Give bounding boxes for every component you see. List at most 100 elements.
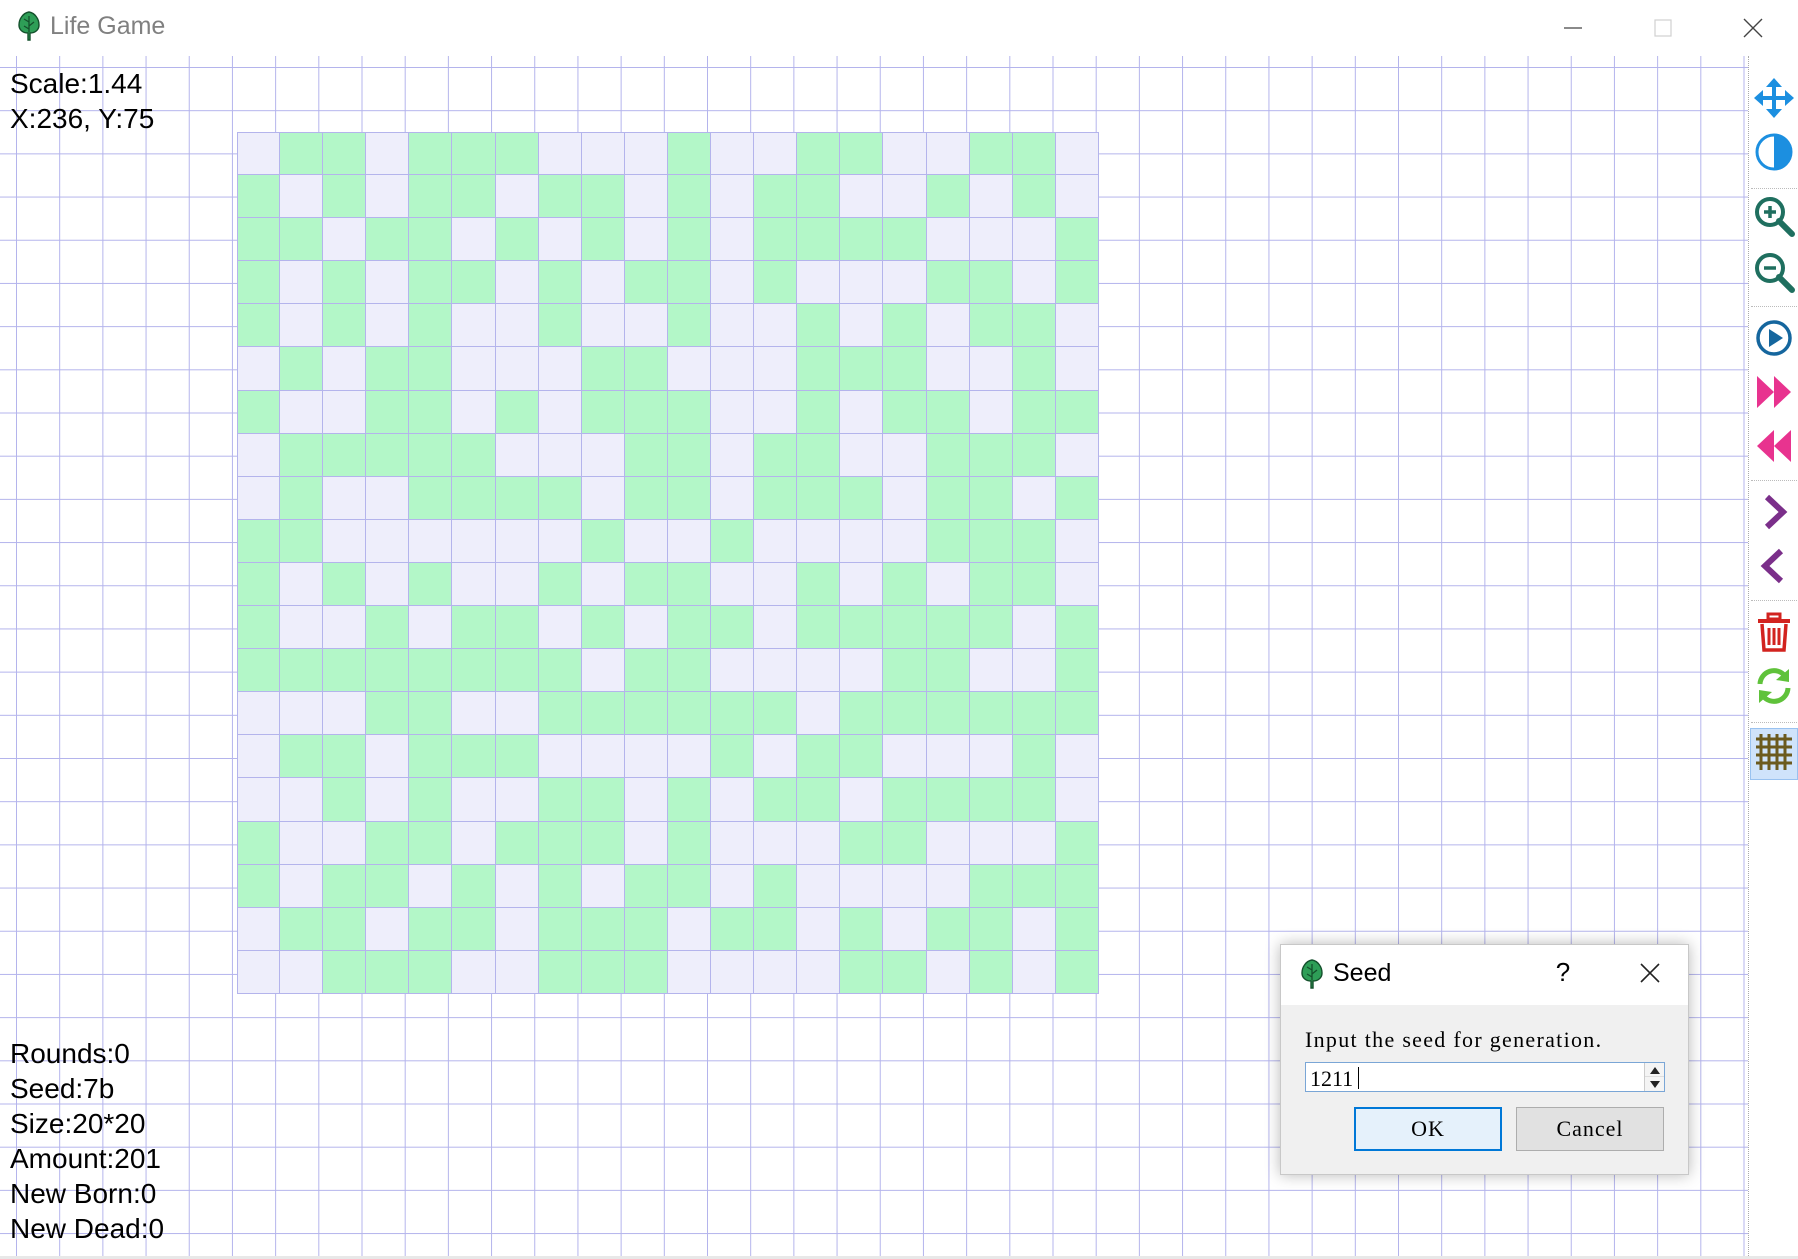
board-cell[interactable] xyxy=(926,390,970,434)
board-cell[interactable] xyxy=(1012,821,1056,865)
board-cell[interactable] xyxy=(624,692,668,736)
board-cell[interactable] xyxy=(323,476,367,520)
board-cell[interactable] xyxy=(667,692,712,736)
board-cell[interactable] xyxy=(280,390,324,434)
board-cell[interactable] xyxy=(926,950,970,994)
board-cell[interactable] xyxy=(409,907,453,951)
board-cell[interactable] xyxy=(883,347,927,391)
board-cell[interactable] xyxy=(754,132,798,176)
board-cell[interactable] xyxy=(926,606,970,650)
board-cell[interactable] xyxy=(711,261,755,305)
board-cell[interactable] xyxy=(883,304,927,348)
ok-button[interactable]: OK xyxy=(1354,1107,1502,1151)
board-cell[interactable] xyxy=(409,476,453,520)
board-cell[interactable] xyxy=(754,649,798,693)
board-cell[interactable] xyxy=(883,606,927,650)
board-cell[interactable] xyxy=(1055,519,1099,563)
board-cell[interactable] xyxy=(323,692,367,736)
board-cell[interactable] xyxy=(409,562,453,607)
board-cell[interactable] xyxy=(538,433,582,477)
board-cell[interactable] xyxy=(237,519,281,563)
board-cell[interactable] xyxy=(883,821,927,865)
board-cell[interactable] xyxy=(969,476,1013,520)
board-cell[interactable] xyxy=(797,950,841,994)
board-cell[interactable] xyxy=(711,476,755,520)
board-cell[interactable] xyxy=(840,261,884,305)
board-cell[interactable] xyxy=(280,562,324,607)
board-cell[interactable] xyxy=(883,649,927,693)
board-cell[interactable] xyxy=(711,390,755,434)
board-cell[interactable] xyxy=(969,304,1013,348)
board-cell[interactable] xyxy=(711,735,755,779)
board-cell[interactable] xyxy=(581,347,625,391)
board-cell[interactable] xyxy=(1055,304,1099,348)
board-cell[interactable] xyxy=(797,649,841,693)
board-cell[interactable] xyxy=(581,950,625,994)
board-cell[interactable] xyxy=(969,433,1013,477)
board-cell[interactable] xyxy=(323,433,367,477)
board-cell[interactable] xyxy=(711,606,755,650)
board-cell[interactable] xyxy=(797,907,841,951)
board-cell[interactable] xyxy=(667,132,712,176)
board-cell[interactable] xyxy=(667,821,712,865)
board-cell[interactable] xyxy=(409,304,453,348)
board-cell[interactable] xyxy=(1012,735,1056,779)
minimize-button[interactable] xyxy=(1528,0,1618,56)
board-cell[interactable] xyxy=(495,907,539,951)
board-cell[interactable] xyxy=(452,864,496,908)
board-cell[interactable] xyxy=(581,175,625,219)
board-cell[interactable] xyxy=(883,950,927,994)
board-cell[interactable] xyxy=(711,950,755,994)
board-cell[interactable] xyxy=(538,735,582,779)
board-cell[interactable] xyxy=(1012,562,1056,607)
board-cell[interactable] xyxy=(409,692,453,736)
board-cell[interactable] xyxy=(840,649,884,693)
board-cell[interactable] xyxy=(366,821,410,865)
board-cell[interactable] xyxy=(538,390,582,434)
board-cell[interactable] xyxy=(667,304,712,348)
board-cell[interactable] xyxy=(926,907,970,951)
board-cell[interactable] xyxy=(1012,390,1056,434)
board-cell[interactable] xyxy=(969,821,1013,865)
board-cell[interactable] xyxy=(883,132,927,176)
board-cell[interactable] xyxy=(797,433,841,477)
board-cell[interactable] xyxy=(667,649,712,693)
board-cell[interactable] xyxy=(280,735,324,779)
board-cell[interactable] xyxy=(452,476,496,520)
board-cell[interactable] xyxy=(667,950,712,994)
board-cell[interactable] xyxy=(969,519,1013,563)
board-cell[interactable] xyxy=(452,433,496,477)
board-cell[interactable] xyxy=(667,864,712,908)
board-cell[interactable] xyxy=(538,304,582,348)
board-cell[interactable] xyxy=(840,433,884,477)
board-cell[interactable] xyxy=(237,433,281,477)
board-cell[interactable] xyxy=(711,304,755,348)
board-cell[interactable] xyxy=(926,218,970,262)
board-cell[interactable] xyxy=(409,606,453,650)
board-cell[interactable] xyxy=(883,476,927,520)
board-cell[interactable] xyxy=(624,778,668,822)
board-cell[interactable] xyxy=(452,519,496,563)
board-cell[interactable] xyxy=(624,347,668,391)
board-cell[interactable] xyxy=(495,519,539,563)
board-cell[interactable] xyxy=(1012,218,1056,262)
cancel-button[interactable]: Cancel xyxy=(1516,1107,1664,1151)
board-cell[interactable] xyxy=(969,218,1013,262)
board-cell[interactable] xyxy=(280,821,324,865)
board-cell[interactable] xyxy=(280,175,324,219)
board-cell[interactable] xyxy=(667,261,712,305)
board-cell[interactable] xyxy=(280,519,324,563)
board-cell[interactable] xyxy=(840,950,884,994)
board-cell[interactable] xyxy=(667,175,712,219)
board-cell[interactable] xyxy=(797,304,841,348)
board-cell[interactable] xyxy=(883,261,927,305)
maximize-button[interactable] xyxy=(1618,0,1708,56)
board-cell[interactable] xyxy=(926,433,970,477)
board-cell[interactable] xyxy=(1055,606,1099,650)
board-cell[interactable] xyxy=(280,950,324,994)
board-cell[interactable] xyxy=(495,261,539,305)
board-cell[interactable] xyxy=(711,347,755,391)
board-cell[interactable] xyxy=(581,261,625,305)
board-cell[interactable] xyxy=(280,433,324,477)
board-cell[interactable] xyxy=(840,132,884,176)
